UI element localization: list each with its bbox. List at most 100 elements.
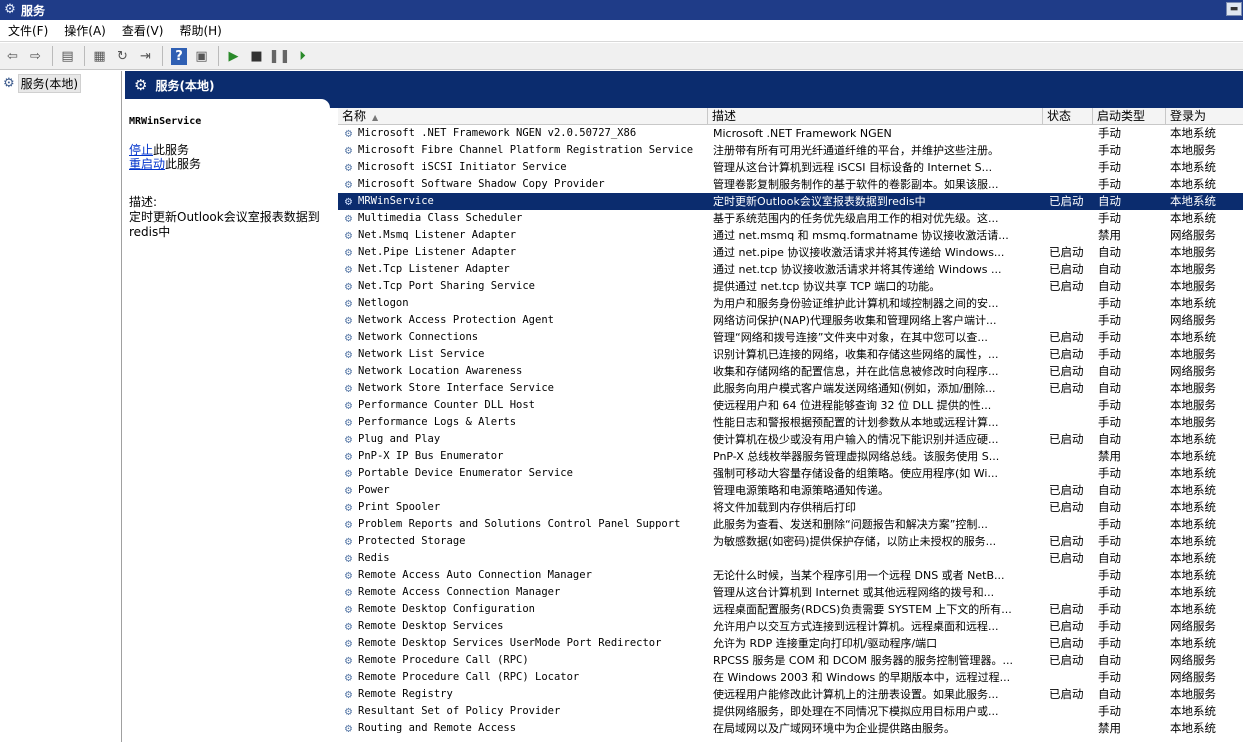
table-row[interactable]: ⚙ Microsoft iSCSI Initiator Service 管理从这台计… <box>338 159 1243 176</box>
show-hide-tree-icon[interactable]: ▤ <box>57 46 78 67</box>
stop-service-icon[interactable]: ■ <box>246 46 267 67</box>
column-header-description[interactable]: 描述 <box>708 108 1043 125</box>
table-row[interactable]: ⚙ Microsoft Fibre Channel Platform Regist… <box>338 142 1243 159</box>
services-gear-icon: ⚙ <box>3 76 15 91</box>
service-status-cell: 已启动 <box>1049 432 1084 446</box>
table-row[interactable]: ⚙ Remote Access Auto Connection Manager 无论… <box>338 567 1243 584</box>
action-pane-icon[interactable]: ▣ <box>191 46 212 67</box>
table-row[interactable]: ⚙ Net.Pipe Listener Adapter 通过 net.pipe 协议… <box>338 244 1243 261</box>
service-logon-cell: 网络服务 <box>1170 670 1216 684</box>
table-row[interactable]: ⚙ Network Location Awareness 收集和存储网络的配置信息，… <box>338 363 1243 380</box>
table-row[interactable]: ⚙ Network Store Interface Service 此服务向用户模式… <box>338 380 1243 397</box>
service-startup-type-cell: 自动 <box>1098 364 1121 378</box>
table-row[interactable]: ⚙ Redis 已启动 自动 本地系统 <box>338 550 1243 567</box>
service-detail-pane: MRWinService 停止此服务 重启动此服务 描述: 定时更新Outloo… <box>125 108 335 742</box>
service-logon-cell: 本地系统 <box>1170 636 1216 650</box>
menu-view[interactable]: 查看(V) <box>114 22 172 39</box>
service-name-cell: PnP-X IP Bus Enumerator <box>358 450 504 462</box>
service-logon-cell: 本地系统 <box>1170 602 1216 616</box>
minimize-button[interactable]: ▬ <box>1226 2 1242 16</box>
column-header-name[interactable]: 名称 ▲ <box>338 108 708 125</box>
service-startup-type-cell: 自动 <box>1098 483 1121 497</box>
properties-icon[interactable]: ▦ <box>89 46 110 67</box>
service-gear-icon: ⚙ <box>344 245 353 259</box>
service-gear-icon: ⚙ <box>344 415 353 429</box>
start-service-icon[interactable]: ▶ <box>223 46 244 67</box>
service-gear-icon: ⚙ <box>344 126 353 140</box>
service-gear-icon: ⚙ <box>344 500 353 514</box>
service-description-cell: 允许为 RDP 连接重定向打印机/驱动程序/端口 <box>713 637 938 650</box>
service-gear-icon: ⚙ <box>344 568 353 582</box>
table-row[interactable]: ⚙ Remote Procedure Call (RPC) Locator 在 Wi… <box>338 669 1243 686</box>
service-startup-type-cell: 自动 <box>1098 262 1121 276</box>
table-row[interactable]: ⚙ PnP-X IP Bus Enumerator PnP-X 总线枚举器服务管理虚… <box>338 448 1243 465</box>
service-startup-type-cell: 自动 <box>1098 551 1121 565</box>
service-description-cell: 使计算机在极少或没有用户输入的情况下能识别并适应硬... <box>713 433 999 446</box>
service-logon-cell: 本地系统 <box>1170 330 1216 344</box>
table-row[interactable]: ⚙ Net.Tcp Listener Adapter 通过 net.tcp 协议接收… <box>338 261 1243 278</box>
table-row[interactable]: ⚙ Print Spooler 将文件加载到内存供稍后打印 已启动 自动 本地系统 <box>338 499 1243 516</box>
table-row[interactable]: ⚙ Routing and Remote Access 在局域网以及广域网环境中为企… <box>338 720 1243 737</box>
service-gear-icon: ⚙ <box>344 432 353 446</box>
table-row[interactable]: ⚙ Remote Procedure Call (RPC) RPCSS 服务是 CO… <box>338 652 1243 669</box>
table-row[interactable]: ⚙ Microsoft Software Shadow Copy Provider… <box>338 176 1243 193</box>
table-row[interactable]: ⚙ Microsoft .NET Framework NGEN v2.0.5072… <box>338 125 1243 142</box>
service-gear-icon: ⚙ <box>344 330 353 344</box>
export-list-icon[interactable]: ⇥ <box>135 46 156 67</box>
table-row[interactable]: ⚙ Network Connections 管理“网络和拨号连接”文件夹中对象，在其… <box>338 329 1243 346</box>
service-logon-cell: 本地系统 <box>1170 160 1216 174</box>
table-row[interactable]: ⚙ Netlogon 为用户和服务身份验证维护此计算机和域控制器之间的安... 手动 本… <box>338 295 1243 312</box>
column-header-status[interactable]: 状态 <box>1043 108 1093 125</box>
table-row[interactable]: ⚙ MRWinService 定时更新Outlook会议室报表数据到redis中 已启… <box>338 193 1243 210</box>
service-name-cell: Netlogon <box>358 297 409 309</box>
menu-bar: 文件(F) 操作(A) 查看(V) 帮助(H) <box>0 20 1243 42</box>
table-row[interactable]: ⚙ Remote Desktop Configuration 远程桌面配置服务(RD… <box>338 601 1243 618</box>
back-arrow-icon[interactable]: ⇦ <box>2 46 23 67</box>
service-name-cell: Remote Access Connection Manager <box>358 586 561 598</box>
table-row[interactable]: ⚙ Multimedia Class Scheduler 基于系统范围内的任务优先级… <box>338 210 1243 227</box>
service-startup-type-cell: 手动 <box>1098 313 1121 327</box>
main-header: ⚙ 服务(本地) <box>125 71 1243 99</box>
service-name-cell: MRWinService <box>358 195 434 207</box>
service-startup-type-cell: 禁用 <box>1098 449 1121 463</box>
help-icon[interactable]: ? <box>171 47 187 65</box>
tree-item-services-local[interactable]: ⚙ 服务(本地) <box>3 74 82 93</box>
column-header-startup-type[interactable]: 启动类型 <box>1093 108 1166 125</box>
table-row[interactable]: ⚙ Net.Msmq Listener Adapter 通过 net.msmq 和 … <box>338 227 1243 244</box>
refresh-icon[interactable]: ↻ <box>112 46 133 67</box>
table-row[interactable]: ⚙ Remote Desktop Services UserMode Port R… <box>338 635 1243 652</box>
stop-service-link[interactable]: 停止 <box>129 143 153 157</box>
menu-file[interactable]: 文件(F) <box>0 22 56 39</box>
table-row[interactable]: ⚙ Remote Registry 使远程用户能修改此计算机上的注册表设置。如果此服… <box>338 686 1243 703</box>
table-row[interactable]: ⚙ Problem Reports and Solutions Control P… <box>338 516 1243 533</box>
table-row[interactable]: ⚙ Power 管理电源策略和电源策略通知传递。 已启动 自动 本地系统 <box>338 482 1243 499</box>
service-description-cell: 管理“网络和拨号连接”文件夹中对象，在其中您可以查... <box>713 331 988 344</box>
table-row[interactable]: ⚙ Performance Logs & Alerts 性能日志和警报根据预配置的计… <box>338 414 1243 431</box>
service-name-cell: Microsoft iSCSI Initiator Service <box>358 161 567 173</box>
service-status-cell: 已启动 <box>1049 500 1084 514</box>
service-gear-icon: ⚙ <box>344 466 353 480</box>
table-row[interactable]: ⚙ Remote Desktop Services 允许用户以交互方式连接到远程计算… <box>338 618 1243 635</box>
table-header: 名称 ▲ 描述 状态 启动类型 登录为 <box>338 108 1243 125</box>
menu-action[interactable]: 操作(A) <box>56 22 114 39</box>
service-description-cell: 识别计算机已连接的网络，收集和存储这些网络的属性，... <box>713 348 999 361</box>
table-row[interactable]: ⚙ Network List Service 识别计算机已连接的网络，收集和存储这些… <box>338 346 1243 363</box>
restart-service-link[interactable]: 重启动 <box>129 157 165 171</box>
table-row[interactable]: ⚙ Performance Counter DLL Host 使远程用户和 64 位… <box>338 397 1243 414</box>
table-row[interactable]: ⚙ Remote Access Connection Manager 管理从这台计算… <box>338 584 1243 601</box>
table-row[interactable]: ⚙ Plug and Play 使计算机在极少或没有用户输入的情况下能识别并适应硬.… <box>338 431 1243 448</box>
menu-help[interactable]: 帮助(H) <box>171 22 229 39</box>
service-startup-type-cell: 自动 <box>1098 279 1121 293</box>
pause-service-icon[interactable]: ❚❚ <box>269 46 291 67</box>
restart-service-icon[interactable]: ⏵ <box>292 46 313 67</box>
table-row[interactable]: ⚙ Portable Device Enumerator Service 强制可移动… <box>338 465 1243 482</box>
table-row[interactable]: ⚙ Protected Storage 为敏感数据(如密码)提供保护存储，以防止未授… <box>338 533 1243 550</box>
table-row[interactable]: ⚙ Resultant Set of Policy Provider 提供网络服务，… <box>338 703 1243 720</box>
table-row[interactable]: ⚙ Net.Tcp Port Sharing Service 提供通过 net.tc… <box>338 278 1243 295</box>
service-status-cell: 已启动 <box>1049 194 1084 208</box>
forward-arrow-icon[interactable]: ⇨ <box>25 46 46 67</box>
service-gear-icon: ⚙ <box>344 534 353 548</box>
column-header-logon-as[interactable]: 登录为 <box>1166 108 1243 125</box>
table-row[interactable]: ⚙ Network Access Protection Agent 网络访问保护(N… <box>338 312 1243 329</box>
service-startup-type-cell: 手动 <box>1098 211 1121 225</box>
